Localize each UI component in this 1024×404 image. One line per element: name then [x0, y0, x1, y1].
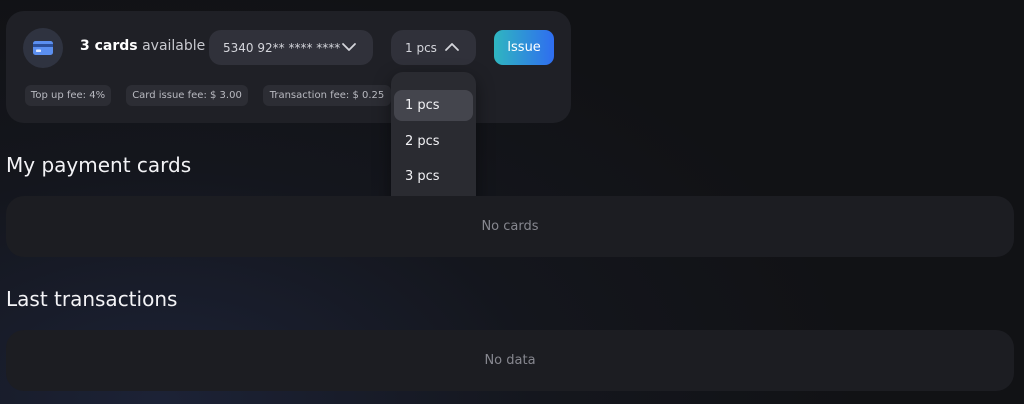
- quantity-value: 1 pcs: [405, 40, 437, 55]
- quantity-option-3[interactable]: 3 pcs: [394, 161, 473, 192]
- quantity-select[interactable]: 1 pcs: [391, 30, 476, 65]
- transactions-empty-panel: No data: [6, 330, 1014, 391]
- card-issue-fee-badge: Card issue fee: $ 3.00: [126, 85, 248, 106]
- payment-cards-empty-panel: No cards: [6, 196, 1014, 257]
- cards-count: 3 cards: [80, 38, 138, 54]
- no-data-text: No data: [484, 353, 536, 368]
- chevron-down-icon: [342, 43, 356, 51]
- chevron-up-icon: [445, 43, 459, 51]
- payment-cards-title: My payment cards: [6, 153, 192, 177]
- quantity-option-2[interactable]: 2 pcs: [394, 126, 473, 157]
- card-bin-value: 5340 92** **** ****: [223, 40, 341, 55]
- credit-card-icon: [23, 28, 63, 68]
- top-up-fee-badge: Top up fee: 4%: [25, 85, 111, 106]
- cards-available-suffix: available: [142, 38, 206, 54]
- no-cards-text: No cards: [481, 219, 539, 234]
- transaction-fee-badge: Transaction fee: $ 0.25: [263, 85, 391, 106]
- transactions-title: Last transactions: [6, 287, 178, 311]
- cards-available-text: 3 cards available: [80, 38, 205, 54]
- issue-button[interactable]: Issue: [494, 30, 554, 65]
- card-issue-panel: [6, 11, 571, 123]
- quantity-dropdown-menu: 1 pcs 2 pcs 3 pcs: [391, 72, 476, 213]
- card-bin-select[interactable]: 5340 92** **** ****: [209, 30, 373, 65]
- quantity-option-1[interactable]: 1 pcs: [394, 90, 473, 121]
